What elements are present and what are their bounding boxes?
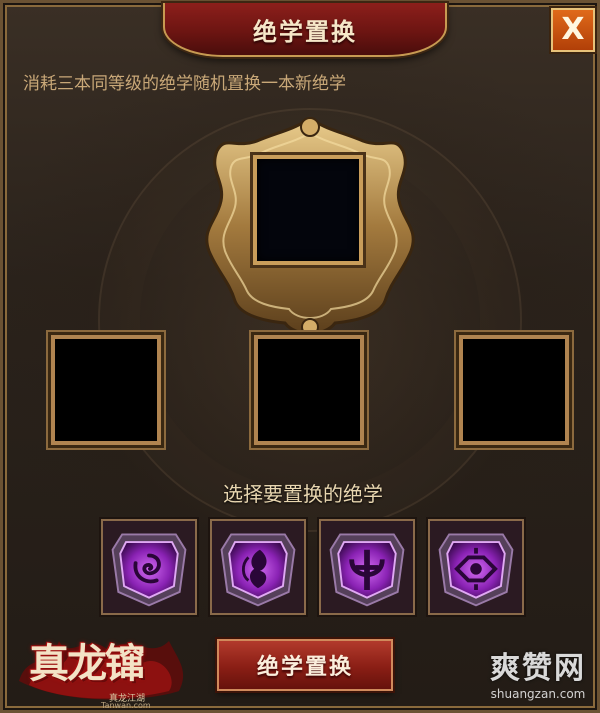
site-watermark: 爽赞网 shuangzan.com [478, 643, 598, 709]
close-button[interactable]: X [551, 8, 595, 52]
select-books-label: 选择要置换的绝学 [223, 482, 383, 506]
input-slot-2[interactable] [254, 335, 364, 445]
book-item-3[interactable] [319, 519, 415, 615]
input-slot-1[interactable] [51, 335, 161, 445]
logo-url: Tanwan.com [101, 701, 151, 710]
close-icon: X [561, 12, 585, 47]
title-banner: 绝学置换 [163, 3, 447, 57]
exchange-dialog: 绝学置换 X 消耗三本同等级的绝学随机置换一本新绝学 选择要置换的绝学 绝学置换… [0, 0, 600, 713]
description-text: 消耗三本同等级的绝学随机置换一本新绝学 [23, 74, 346, 94]
spiral-rune-icon [103, 521, 195, 613]
input-slot-3[interactable] [459, 335, 569, 445]
trident-rune-icon [321, 521, 413, 613]
book-item-4[interactable] [428, 519, 524, 615]
book-item-2[interactable] [210, 519, 306, 615]
game-logo: 真龙镩 真龙江湖 Tanwan.com [9, 621, 199, 713]
flame-rune-icon [212, 521, 304, 613]
logo-title: 真龙镩 [29, 640, 145, 687]
result-slot[interactable] [253, 155, 363, 265]
eye-rune-icon [430, 521, 522, 613]
book-item-1[interactable] [101, 519, 197, 615]
dialog-title: 绝学置换 [253, 17, 357, 46]
exchange-button[interactable]: 绝学置换 [217, 639, 393, 691]
watermark-url: shuangzan.com [490, 687, 586, 701]
watermark-title: 爽赞网 [490, 651, 586, 686]
